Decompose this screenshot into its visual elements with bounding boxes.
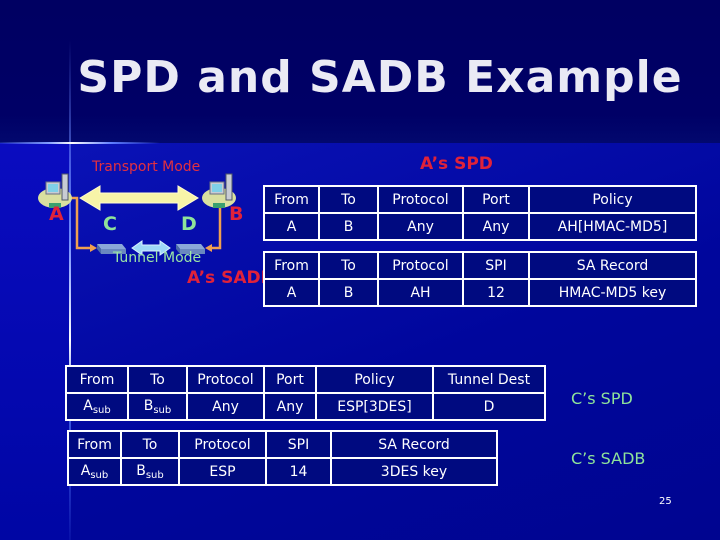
table-header-row: From To Protocol SPI SA Record <box>263 251 697 280</box>
c-sadb-label: C’s SADB <box>571 449 646 468</box>
cell-to: Bsub <box>127 392 188 421</box>
header-cell: From <box>263 185 320 214</box>
connector-arrowhead-c <box>90 244 97 252</box>
cell-from-subscript: sub <box>90 469 109 481</box>
cell-protocol: Any <box>377 212 464 241</box>
c-spd-table: From To Protocol Port Policy Tunnel Dest… <box>65 365 546 421</box>
header-cell: From <box>263 251 320 280</box>
header-cell: Protocol <box>186 365 265 394</box>
header-cell: To <box>120 430 180 459</box>
cell-port: Any <box>462 212 530 241</box>
page-number: 25 <box>659 496 672 507</box>
cell-to-subscript: sub <box>145 469 164 481</box>
header-cell: Protocol <box>377 251 464 280</box>
cell-protocol: Any <box>186 392 265 421</box>
connector-arrowhead-d <box>205 244 212 252</box>
connector-a-c <box>67 196 93 250</box>
slide-title: SPD and SADB Example <box>77 52 683 103</box>
header-cell: To <box>318 185 379 214</box>
cell-tunnel-dest: D <box>432 392 546 421</box>
header-cell: SPI <box>265 430 332 459</box>
table-header-row: From To Protocol Port Policy <box>263 185 697 214</box>
cell-to-base: B <box>143 397 154 414</box>
c-spd-label: C’s SPD <box>571 389 633 408</box>
cell-to: B <box>318 278 379 307</box>
table-row: A B Any Any AH[HMAC-MD5] <box>263 212 697 241</box>
cell-policy: AH[HMAC-MD5] <box>528 212 697 241</box>
header-cell: SA Record <box>330 430 498 459</box>
header-cell: Protocol <box>377 185 464 214</box>
cell-spi: 14 <box>265 457 332 486</box>
header-cell: Policy <box>315 365 434 394</box>
cell-protocol: AH <box>377 278 464 307</box>
transport-mode-arrow <box>79 185 199 211</box>
cell-to-subscript: sub <box>153 404 172 416</box>
header-cell: SPI <box>462 251 530 280</box>
node-c-label: C <box>103 213 117 235</box>
header-cell: Port <box>263 365 317 394</box>
header-cell: To <box>127 365 188 394</box>
cell-sa-record: 3DES key <box>330 457 498 486</box>
c-sadb-table: From To Protocol SPI SA Record Asub Bsub… <box>67 430 498 486</box>
cell-from-base: A <box>83 397 93 414</box>
header-cell: From <box>67 430 122 459</box>
a-spd-table: From To Protocol Port Policy A B Any Any… <box>263 185 697 241</box>
cell-from: A <box>263 212 320 241</box>
cell-to-base: B <box>136 462 146 479</box>
cell-port: Any <box>263 392 317 421</box>
cell-from: A <box>263 278 320 307</box>
table-row: Asub Bsub Any Any ESP[3DES] D <box>65 392 546 421</box>
cell-protocol: ESP <box>178 457 267 486</box>
cell-from-subscript: sub <box>92 404 111 416</box>
table-header-row: From To Protocol Port Policy Tunnel Dest <box>65 365 546 394</box>
node-a-label: A <box>49 203 64 225</box>
a-sadb-table: From To Protocol SPI SA Record A B AH 12… <box>263 251 697 307</box>
decorative-horizontal-line <box>0 142 160 144</box>
header-cell: Tunnel Dest <box>432 365 546 394</box>
node-d-label: D <box>181 213 197 235</box>
cell-from-base: A <box>80 462 91 479</box>
table-header-row: From To Protocol SPI SA Record <box>67 430 498 459</box>
cell-to: Bsub <box>120 457 180 486</box>
header-cell: SA Record <box>528 251 697 280</box>
header-cell: Port <box>462 185 530 214</box>
tunnel-mode-label: Tunnel Mode <box>113 250 202 266</box>
header-cell: From <box>65 365 129 394</box>
node-b-label: B <box>229 203 244 225</box>
cell-sa-record: HMAC-MD5 key <box>528 278 697 307</box>
table-row: A B AH 12 HMAC-MD5 key <box>263 278 697 307</box>
cell-from: Asub <box>65 392 129 421</box>
cell-policy: ESP[3DES] <box>315 392 434 421</box>
a-spd-label: A’s SPD <box>420 154 493 174</box>
cell-from: Asub <box>67 457 122 486</box>
header-cell: Policy <box>528 185 697 214</box>
cell-to: B <box>318 212 379 241</box>
transport-mode-label: Transport Mode <box>92 159 201 175</box>
table-row: Asub Bsub ESP 14 3DES key <box>67 457 498 486</box>
header-cell: Protocol <box>178 430 267 459</box>
cell-spi: 12 <box>462 278 530 307</box>
header-cell: To <box>318 251 379 280</box>
a-sadb-label: A’s SADB <box>187 268 274 288</box>
